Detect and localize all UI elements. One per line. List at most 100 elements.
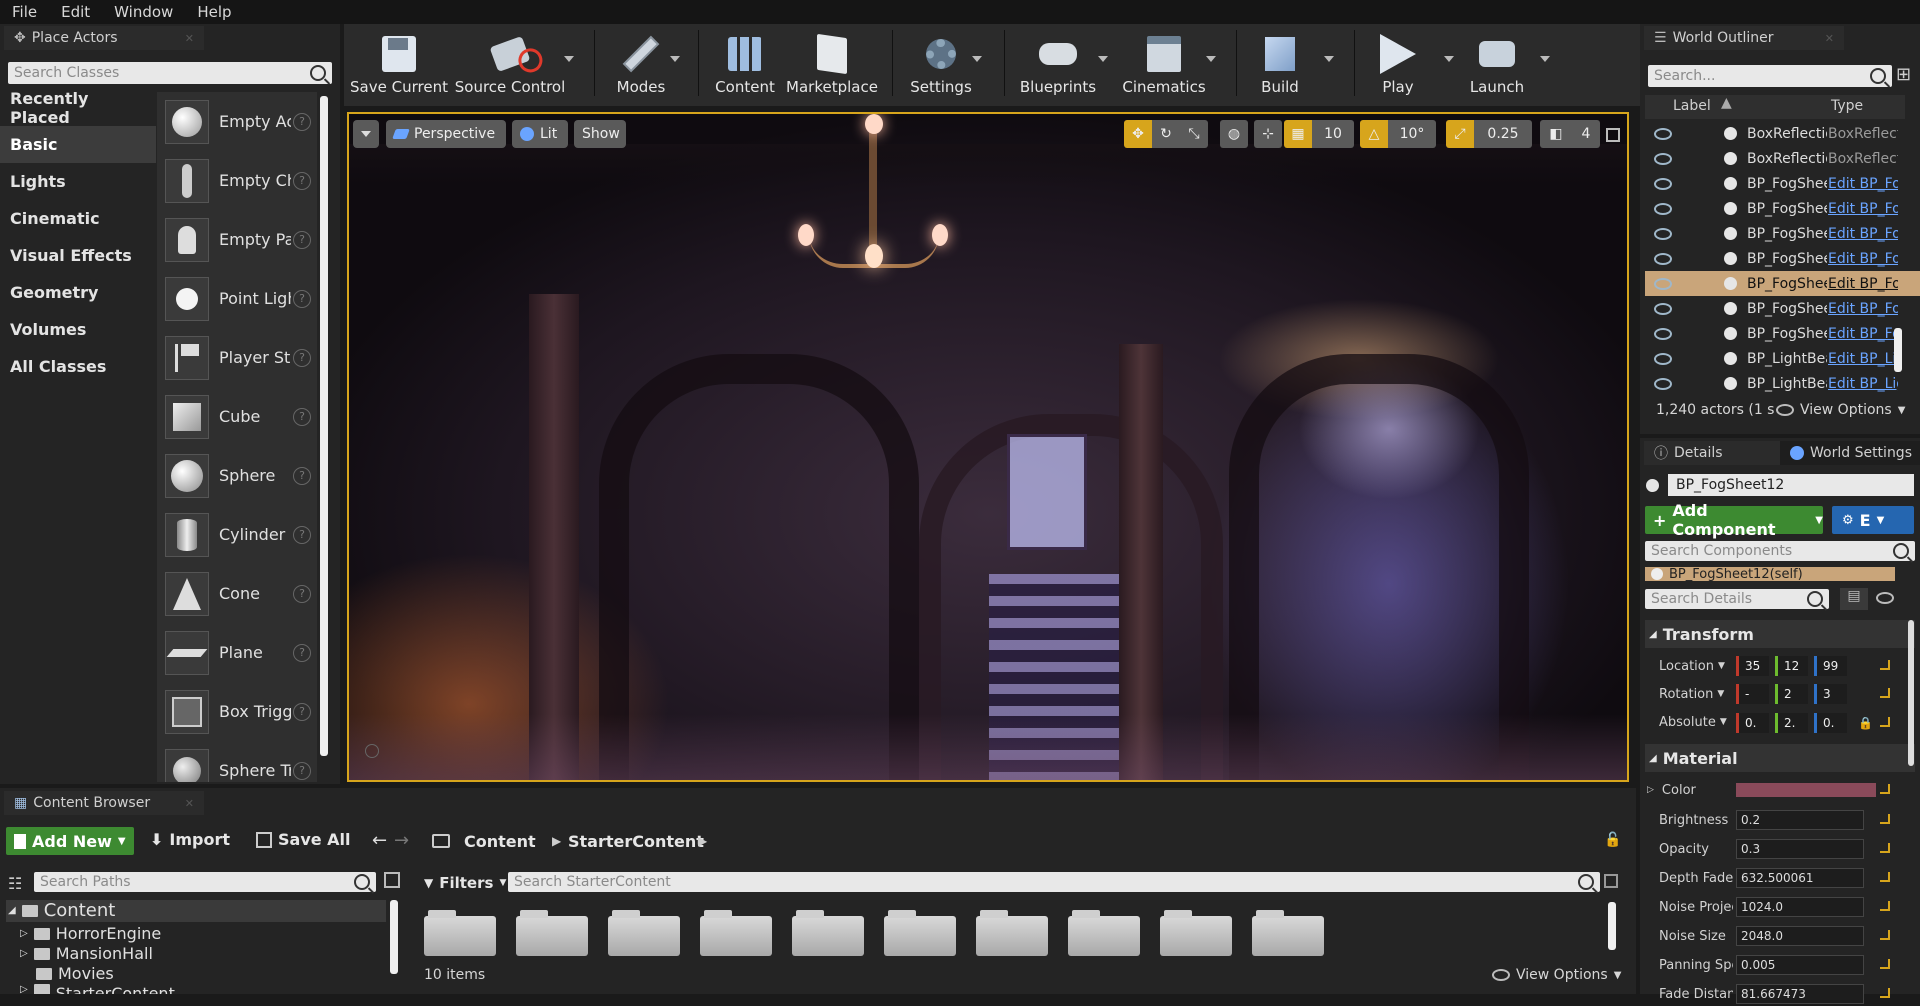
- launch-button[interactable]: Launch: [1460, 26, 1534, 102]
- grid-snap-value[interactable]: 10: [1312, 120, 1354, 148]
- reset-arrow-icon[interactable]: [1880, 688, 1890, 698]
- chevron-down-icon[interactable]: ▼: [1718, 661, 1725, 671]
- tab-place-actors[interactable]: ✥ Place Actors ✕: [4, 26, 204, 50]
- tree-scrollbar[interactable]: [390, 900, 398, 974]
- eye-icon[interactable]: [1654, 177, 1672, 190]
- grid-icon[interactable]: ▦: [1284, 120, 1312, 148]
- save-all-button[interactable]: Save All: [256, 830, 351, 849]
- close-icon[interactable]: ✕: [185, 32, 194, 45]
- category-basic[interactable]: Basic: [0, 126, 156, 163]
- chevron-down-icon[interactable]: [972, 56, 982, 62]
- outliner-row[interactable]: BP_LightBeamEdit BP_LightBeam: [1645, 371, 1920, 396]
- outliner-row-type[interactable]: Edit BP_FogSheet: [1828, 251, 1898, 267]
- level-viewport[interactable]: [347, 112, 1629, 782]
- sources-toggle-icon[interactable]: ☷: [8, 874, 22, 893]
- chevron-down-icon[interactable]: [1206, 56, 1216, 62]
- search-paths-input[interactable]: Search Paths: [34, 872, 376, 892]
- rotation-snap-value[interactable]: 10°: [1388, 120, 1436, 148]
- outliner-row-type[interactable]: Edit BP_LightBeam: [1828, 376, 1898, 392]
- actor-item[interactable]: Cylinder?: [157, 505, 317, 564]
- search-components-input[interactable]: Search Components: [1645, 541, 1915, 561]
- property-value-field[interactable]: 81.667473: [1736, 984, 1864, 1004]
- outliner-search-input[interactable]: Search...: [1648, 65, 1892, 87]
- help-icon[interactable]: ?: [293, 289, 311, 308]
- outliner-row[interactable]: BoxReflectionCaptureBoxReflectionCapture: [1645, 146, 1920, 171]
- actor-item[interactable]: Empty Character?: [157, 151, 317, 210]
- scale-snap-icon[interactable]: ⤢: [1446, 120, 1474, 148]
- material-section-header[interactable]: ◢ Material: [1645, 744, 1915, 772]
- help-icon[interactable]: ?: [293, 112, 311, 131]
- reset-arrow-icon[interactable]: [1880, 843, 1890, 853]
- menu-help[interactable]: Help: [185, 3, 243, 21]
- search-classes-input[interactable]: Search Classes: [8, 62, 332, 84]
- outliner-row-type[interactable]: Edit BP_FogSheet: [1828, 276, 1898, 292]
- property-matrix-icon[interactable]: ▤: [1840, 588, 1868, 610]
- eye-icon[interactable]: [1654, 202, 1672, 215]
- actor-name-field[interactable]: BP_FogSheet12: [1668, 474, 1914, 496]
- path-view-options-icon[interactable]: [384, 872, 400, 888]
- tab-details[interactable]: ⓘ Details: [1644, 441, 1792, 465]
- source-control-button[interactable]: Source Control: [455, 26, 565, 102]
- angle-icon[interactable]: △: [1360, 120, 1388, 148]
- content-button[interactable]: Content: [710, 26, 780, 102]
- category-all-classes[interactable]: All Classes: [0, 348, 156, 385]
- folder-item[interactable]: [424, 910, 496, 956]
- actor-item[interactable]: Box Trigger?: [157, 682, 317, 741]
- tree-item-starter-content[interactable]: ▷ StarterContent: [20, 984, 175, 994]
- reset-arrow-icon[interactable]: [1880, 717, 1890, 727]
- rotation-y-field[interactable]: 2: [1775, 684, 1808, 704]
- help-icon[interactable]: ?: [293, 702, 311, 721]
- property-value-field[interactable]: 0.005: [1736, 955, 1864, 975]
- tree-item-content[interactable]: ◢ Content: [8, 900, 115, 921]
- add-component-button[interactable]: + Add Component ▼: [1645, 501, 1823, 539]
- reset-arrow-icon[interactable]: [1880, 814, 1890, 824]
- chevron-down-icon[interactable]: [670, 56, 680, 62]
- reset-arrow-icon[interactable]: [1880, 930, 1890, 940]
- cinematics-button[interactable]: Cinematics: [1118, 26, 1210, 102]
- outliner-scrollbar[interactable]: [1894, 328, 1902, 372]
- help-icon[interactable]: ?: [293, 407, 311, 426]
- tree-item-mansion-hall[interactable]: ▷ MansionHall: [20, 944, 153, 963]
- actor-item[interactable]: Player Start?: [157, 328, 317, 387]
- eye-icon[interactable]: [1876, 592, 1894, 604]
- scale-x-field[interactable]: 0.: [1736, 713, 1769, 733]
- search-details-input[interactable]: Search Details: [1645, 589, 1829, 609]
- chevron-down-icon[interactable]: ▼: [1717, 689, 1724, 699]
- breadcrumb-arrow-icon[interactable]: ▶: [698, 834, 707, 848]
- location-z-field[interactable]: 99: [1814, 656, 1847, 676]
- close-icon[interactable]: ✕: [185, 797, 194, 810]
- filters-button[interactable]: ▼ Filters ▼: [424, 874, 506, 892]
- scale-z-field[interactable]: 0.: [1814, 713, 1847, 733]
- eye-icon[interactable]: [1654, 352, 1672, 365]
- tab-world-outliner[interactable]: ☰ World Outliner ✕: [1644, 26, 1844, 50]
- chevron-down-icon[interactable]: [1540, 56, 1550, 62]
- actor-item[interactable]: Empty Pawn?: [157, 210, 317, 269]
- chevron-down-icon[interactable]: [1098, 56, 1108, 62]
- tree-item-horror-engine[interactable]: ▷ HorrorEngine: [20, 924, 161, 943]
- chevron-down-icon[interactable]: [1444, 56, 1454, 62]
- help-icon[interactable]: [365, 744, 379, 758]
- location-x-field[interactable]: 35: [1736, 656, 1769, 676]
- help-icon[interactable]: ?: [293, 761, 311, 780]
- show-button[interactable]: Show: [574, 120, 626, 148]
- property-value-field[interactable]: 0.2: [1736, 810, 1864, 830]
- category-lights[interactable]: Lights: [0, 163, 156, 200]
- outliner-row-type[interactable]: Edit BP_FogSheet: [1828, 226, 1898, 242]
- chevron-down-icon[interactable]: [1324, 56, 1334, 62]
- close-icon[interactable]: ✕: [1825, 32, 1834, 45]
- reset-arrow-icon[interactable]: [1880, 784, 1890, 794]
- outliner-row[interactable]: BP_FogSheetEdit BP_FogSheet: [1645, 171, 1920, 196]
- play-button[interactable]: Play: [1364, 26, 1432, 102]
- folder-item[interactable]: [1252, 910, 1324, 956]
- camera-speed-group[interactable]: ◧ 4: [1540, 120, 1600, 148]
- eye-icon[interactable]: [1654, 127, 1672, 140]
- surface-snap-toggle[interactable]: ⊹: [1254, 120, 1282, 148]
- property-value-field[interactable]: 632.500061: [1736, 868, 1864, 888]
- category-recently-placed[interactable]: Recently Placed: [0, 89, 156, 127]
- actor-item[interactable]: Sphere?: [157, 446, 317, 505]
- expand-icon[interactable]: ▷: [1647, 785, 1654, 795]
- reset-arrow-icon[interactable]: [1880, 872, 1890, 882]
- rotation-x-field[interactable]: -: [1736, 684, 1769, 704]
- blueprints-button[interactable]: Blueprints: [1016, 26, 1100, 102]
- reset-arrow-icon[interactable]: [1880, 901, 1890, 911]
